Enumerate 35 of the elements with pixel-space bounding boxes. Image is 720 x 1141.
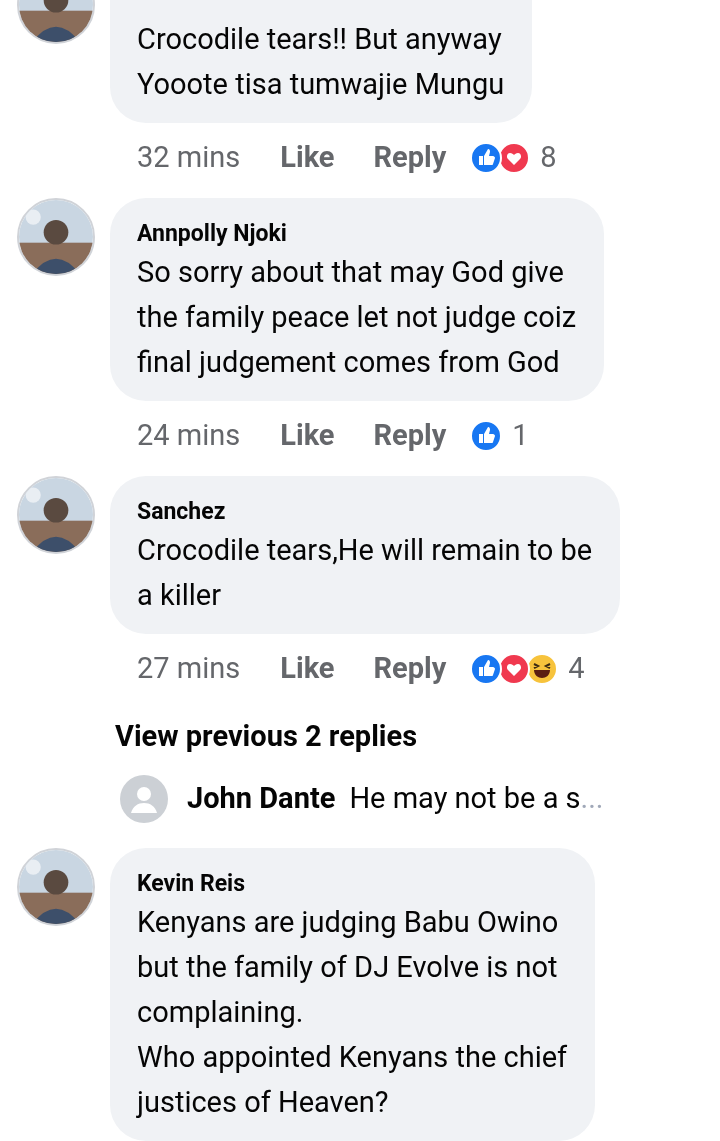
reaction-count: 1 xyxy=(512,417,529,455)
laughing-face-icon xyxy=(526,653,559,685)
timestamp: 24 mins xyxy=(137,417,241,455)
reply-link[interactable]: Reply xyxy=(373,136,447,180)
comment-text: the family peace let not judge coiz xyxy=(137,299,577,336)
view-replies-link[interactable]: View previous 2 replies xyxy=(115,712,418,762)
reaction-count: 8 xyxy=(540,139,557,177)
comment-text: justices of Heaven? xyxy=(137,1084,390,1121)
thumbs-up-icon xyxy=(470,142,503,174)
comment-text: a killer xyxy=(137,577,223,614)
reply-link[interactable]: Reply xyxy=(373,647,447,691)
commenter-name[interactable]: Sanchez xyxy=(137,496,593,528)
reply-preview-text[interactable]: He may not be a s... xyxy=(349,776,604,821)
comment-text: Yooote tisa tumwajie Mungu xyxy=(137,66,505,103)
comment-text: but the family of DJ Evolve is not xyxy=(137,949,559,986)
timestamp: 32 mins xyxy=(137,139,241,177)
comment-text: Crocodile tears,He will remain to be xyxy=(137,532,593,569)
reply-link[interactable]: Reply xyxy=(373,414,447,458)
like-link[interactable]: Like xyxy=(280,136,335,180)
like-link[interactable]: Like xyxy=(280,647,335,691)
user-icon xyxy=(120,774,168,823)
timestamp: 27 mins xyxy=(137,650,241,688)
reply-author[interactable]: John Dante xyxy=(187,776,336,821)
comment-text: complaining. xyxy=(137,994,305,1031)
comment-text: final judgement comes from God xyxy=(137,344,561,381)
thumbs-up-icon xyxy=(470,653,503,685)
comment-text: Who appointed Kenyans the chief xyxy=(137,1039,568,1076)
like-link[interactable]: Like xyxy=(280,414,335,458)
comment-text: So sorry about that may God give xyxy=(137,254,565,291)
comment-text: Crocodile tears!! But anyway xyxy=(137,21,503,58)
comment-text: Kenyans are judging Babu Owino xyxy=(137,904,560,941)
reaction-count: 4 xyxy=(568,650,585,688)
commenter-name[interactable]: Annpolly Njoki xyxy=(137,218,577,250)
commenter-name[interactable]: Kevin Reis xyxy=(137,868,568,900)
thumbs-up-icon xyxy=(470,420,503,452)
